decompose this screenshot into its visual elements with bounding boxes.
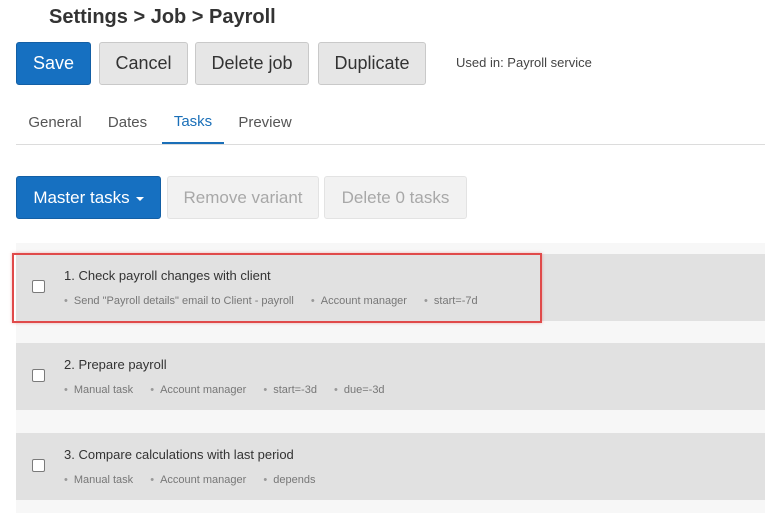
task-meta: Manual task Account manager start=-3d du… bbox=[64, 384, 399, 396]
delete-job-button[interactable]: Delete job bbox=[195, 42, 309, 85]
tab-general[interactable]: General bbox=[16, 104, 94, 144]
used-in-label: Used in: Payroll service bbox=[456, 55, 592, 70]
task-meta-type: Manual task bbox=[64, 384, 133, 396]
highlight-box bbox=[12, 253, 542, 323]
task-meta: Manual task Account manager depends bbox=[64, 474, 329, 486]
task-meta-type: Manual task bbox=[64, 474, 133, 486]
tab-dates[interactable]: Dates bbox=[96, 104, 159, 144]
save-button[interactable]: Save bbox=[16, 42, 91, 85]
task-meta-role: Account manager bbox=[150, 384, 246, 396]
cancel-button[interactable]: Cancel bbox=[99, 42, 188, 85]
task-meta-depends: depends bbox=[263, 474, 315, 486]
duplicate-button[interactable]: Duplicate bbox=[318, 42, 426, 85]
master-tasks-dropdown[interactable]: Master tasks bbox=[16, 176, 161, 219]
breadcrumb: Settings > Job > Payroll bbox=[49, 6, 276, 28]
task-meta-start: start=-3d bbox=[263, 384, 317, 396]
task-row[interactable]: 3. Compare calculations with last period… bbox=[16, 433, 765, 500]
task-meta-role: Account manager bbox=[150, 474, 246, 486]
task-title: 2. Prepare payroll bbox=[64, 357, 167, 372]
tab-bar: General Dates Tasks Preview bbox=[16, 104, 765, 145]
delete-tasks-button[interactable]: Delete 0 tasks bbox=[324, 176, 467, 219]
remove-variant-button[interactable]: Remove variant bbox=[167, 176, 319, 219]
caret-down-icon bbox=[135, 197, 144, 201]
tab-tasks[interactable]: Tasks bbox=[162, 104, 224, 144]
task-row[interactable]: 2. Prepare payroll Manual task Account m… bbox=[16, 343, 765, 410]
tab-preview[interactable]: Preview bbox=[227, 104, 303, 144]
task-title: 3. Compare calculations with last period bbox=[64, 447, 294, 462]
task-checkbox[interactable] bbox=[32, 369, 45, 382]
master-tasks-label: Master tasks bbox=[33, 187, 130, 207]
task-meta-due: due=-3d bbox=[334, 384, 385, 396]
task-checkbox[interactable] bbox=[32, 459, 45, 472]
